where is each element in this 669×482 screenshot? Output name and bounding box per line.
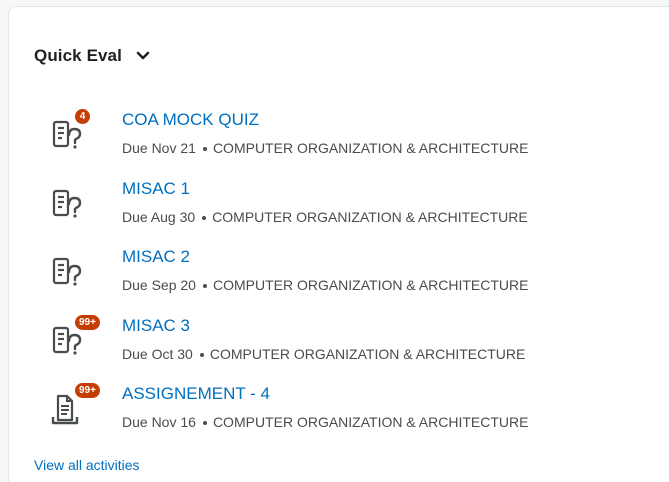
activity-meta: Due Aug 30 COMPUTER ORGANIZATION & ARCHIT… (122, 209, 528, 225)
activity-item: MISAC 2 Due Sep 20 COMPUTER ORGANIZATION … (9, 247, 669, 311)
separator-dot (202, 283, 207, 288)
activity-item: 4 COA MOCK QUIZ Due Nov 21 COMPUTER ORGAN… (9, 108, 669, 174)
activity-item: 99+ MISAC 3 Due Oct 30 COMPUTER ORGANIZAT… (9, 314, 669, 380)
separator-dot (199, 352, 204, 357)
quiz-icon (50, 253, 90, 293)
quiz-icon: 99+ (50, 314, 101, 362)
separator-dot (202, 215, 207, 220)
due-date: Due Sep 20 (122, 277, 196, 293)
notification-badge: 4 (74, 108, 91, 125)
view-all-activities-link[interactable]: View all activities (34, 457, 140, 473)
quick-eval-header[interactable]: Quick Eval (34, 43, 150, 69)
notification-badge: 99+ (74, 314, 101, 331)
course-name: COMPUTER ORGANIZATION & ARCHITECTURE (212, 414, 529, 430)
activity-item: MISAC 1 Due Aug 30 COMPUTER ORGANIZATION … (9, 179, 669, 243)
course-name: COMPUTER ORGANIZATION & ARCHITECTURE (212, 277, 529, 293)
activity-meta: Due Oct 30 COMPUTER ORGANIZATION & ARCHIT… (122, 346, 525, 362)
quiz-icon: 4 (50, 108, 91, 156)
activity-link[interactable]: MISAC 1 (122, 179, 190, 199)
due-date: Due Aug 30 (122, 209, 196, 225)
due-date: Due Nov 16 (122, 414, 196, 430)
quick-eval-widget: Quick Eval 4 COA MOCK QUIZ Due Nov 21 COM… (8, 6, 669, 482)
assignment-icon: 99+ (50, 382, 101, 430)
chevron-down-icon[interactable] (136, 51, 150, 61)
course-name: COMPUTER ORGANIZATION & ARCHITECTURE (212, 209, 528, 225)
activity-meta: Due Nov 16 COMPUTER ORGANIZATION & ARCHIT… (122, 414, 528, 430)
separator-dot (202, 146, 207, 151)
course-name: COMPUTER ORGANIZATION & ARCHITECTURE (209, 346, 526, 362)
activity-link[interactable]: ASSIGNEMENT - 4 (122, 384, 270, 404)
activity-link[interactable]: COA MOCK QUIZ (122, 110, 259, 130)
activity-item: 99+ ASSIGNEMENT - 4 Due Nov 16 COMPUTER O… (9, 382, 669, 448)
widget-title: Quick Eval (34, 46, 122, 65)
separator-dot (202, 420, 207, 425)
due-date: Due Oct 30 (122, 346, 193, 362)
notification-badge: 99+ (74, 382, 101, 399)
activity-link[interactable]: MISAC 2 (122, 247, 190, 267)
activity-link[interactable]: MISAC 3 (122, 316, 190, 336)
course-name: COMPUTER ORGANIZATION & ARCHITECTURE (212, 140, 529, 156)
activity-meta: Due Sep 20 COMPUTER ORGANIZATION & ARCHIT… (122, 277, 529, 293)
activity-meta: Due Nov 21 COMPUTER ORGANIZATION & ARCHIT… (122, 140, 528, 156)
quiz-icon (50, 185, 90, 225)
due-date: Due Nov 21 (122, 140, 196, 156)
